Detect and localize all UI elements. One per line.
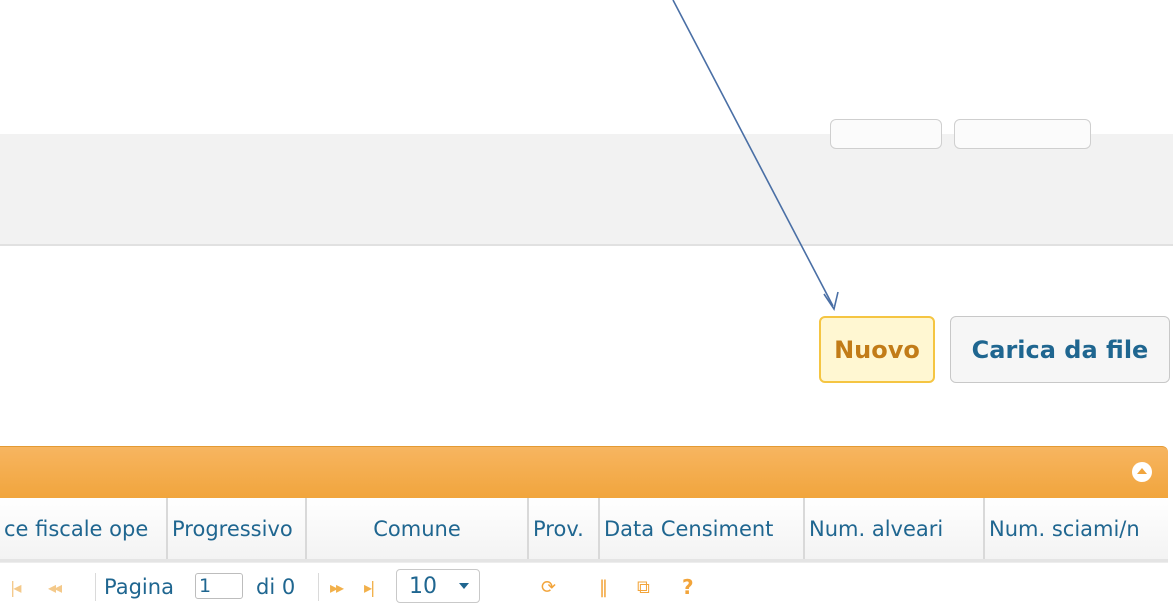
new-button[interactable]: Nuovo [819,316,935,383]
column-header-comune[interactable]: Comune [307,498,529,559]
last-page-icon[interactable]: ▸| [364,563,376,611]
column-header-num-sciami[interactable]: Num. sciami/n [985,498,1168,559]
column-header-codice-fiscale[interactable]: ce fiscale ope [0,498,168,559]
collapse-icon[interactable] [1132,462,1152,482]
column-header-data-censimento[interactable]: Data Censiment [600,498,805,559]
columns-icon[interactable]: ‖ [599,563,608,611]
page-count-label: di 0 [256,575,296,599]
pager-divider [318,573,319,601]
first-page-icon[interactable]: |◂ [10,563,22,611]
filter-button-2[interactable] [954,119,1091,149]
page-number-input[interactable] [195,573,243,599]
grid-header-row: ce fiscale ope Progressivo Comune Prov. … [0,498,1168,562]
page-size-select[interactable]: 10 [396,569,480,603]
pager-divider [95,573,96,601]
column-header-num-alveari[interactable]: Num. alveari [805,498,985,559]
column-header-progressivo[interactable]: Progressivo [168,498,307,559]
refresh-icon[interactable]: ⟳ [541,563,556,611]
grid-caption-bar [0,446,1168,498]
page: Nuovo Carica da file ce fiscale ope Prog… [0,0,1173,613]
grid-pager: |◂ ◂◂ Pagina di 0 ▸▸ ▸| 10 ⟳ ‖ ⧉ ? [0,562,1168,611]
upload-from-file-button[interactable]: Carica da file [950,316,1170,383]
column-header-prov[interactable]: Prov. [529,498,600,559]
filter-panel [0,134,1173,246]
help-icon[interactable]: ? [682,563,694,611]
chevron-down-icon [459,583,469,589]
prev-page-icon[interactable]: ◂◂ [48,563,62,611]
page-size-value: 10 [409,573,437,599]
popout-icon[interactable]: ⧉ [637,563,650,611]
next-page-icon[interactable]: ▸▸ [330,563,344,611]
filter-button-1[interactable] [830,119,942,149]
page-label: Pagina [104,575,174,599]
